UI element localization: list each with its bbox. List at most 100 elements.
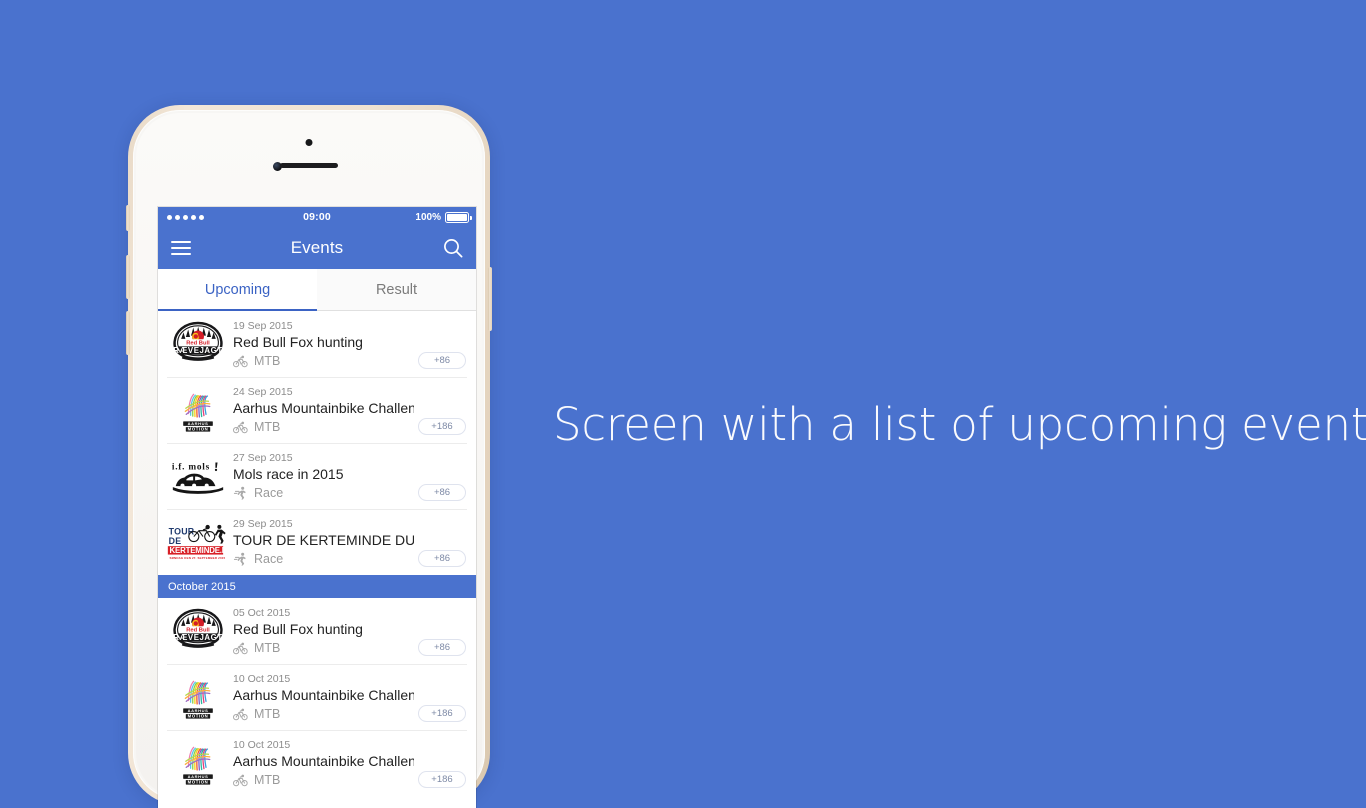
page-root: 09:00 100% Events Upcoming Result Red Bu… bbox=[0, 0, 1366, 808]
event-list-item[interactable]: Red Bull RÆVEJAGT 19 Sep 2015 Red Bull Fo… bbox=[158, 311, 476, 377]
participants-badge[interactable]: +86 bbox=[418, 550, 466, 567]
participants-badge[interactable]: +186 bbox=[418, 418, 466, 435]
tab-result-label: Result bbox=[375, 281, 418, 298]
event-sport-label: MTB bbox=[254, 706, 281, 721]
event-sport-meta: MTB bbox=[233, 772, 414, 789]
svg-text:RÆVEJAGT: RÆVEJAGT bbox=[173, 345, 222, 354]
event-details: 19 Sep 2015 Red Bull Fox hunting MTB bbox=[229, 319, 414, 370]
svg-text:AARHUS: AARHUS bbox=[188, 774, 209, 779]
tab-result[interactable]: Result bbox=[317, 269, 476, 310]
event-list-item[interactable]: TOUR DE KERTEMINDE.DK SØNDAG DEN 27. SEP… bbox=[158, 509, 476, 575]
tab-upcoming[interactable]: Upcoming bbox=[158, 269, 317, 311]
aarhus-motion-logo: AARHUS MOTION bbox=[167, 737, 229, 789]
event-participants-area: +186 bbox=[414, 737, 466, 789]
event-sport-label: MTB bbox=[254, 419, 281, 434]
event-details: 05 Oct 2015 Red Bull Fox hunting MTB bbox=[229, 606, 414, 657]
volume-down-button[interactable] bbox=[126, 311, 130, 355]
page-title: Events bbox=[290, 238, 344, 257]
event-participants-area: +86 bbox=[414, 450, 466, 502]
participants-badge[interactable]: +86 bbox=[418, 639, 466, 656]
bicycle-icon bbox=[233, 773, 248, 787]
search-icon[interactable] bbox=[442, 237, 464, 259]
event-details: 27 Sep 2015 Mols race in 2015 Race bbox=[229, 451, 414, 502]
proximity-sensor-icon bbox=[305, 139, 313, 146]
event-date: 05 Oct 2015 bbox=[233, 606, 291, 619]
red-bull-raevejagt-logo: Red Bull RÆVEJAGT bbox=[173, 608, 223, 648]
status-bar: 09:00 100% bbox=[158, 207, 476, 227]
event-list-item[interactable]: AARHUS MOTION 24 Sep 2015 Aarhus Mountain… bbox=[158, 377, 476, 443]
event-sport-label: Race bbox=[254, 551, 284, 566]
aarhus-motion-logo: AARHUS MOTION bbox=[183, 390, 213, 432]
event-participants-area: +86 bbox=[414, 516, 466, 568]
svg-text:AARHUS: AARHUS bbox=[188, 421, 209, 426]
bicycle-icon bbox=[233, 420, 248, 434]
silent-switch-button[interactable] bbox=[126, 205, 130, 231]
event-sport-label: MTB bbox=[254, 640, 281, 655]
svg-text:TOUR: TOUR bbox=[169, 526, 195, 536]
event-date: 27 Sep 2015 bbox=[233, 451, 293, 464]
if-mols-logo: i.f. mols bbox=[167, 450, 229, 502]
event-date: 29 Sep 2015 bbox=[233, 517, 293, 530]
status-battery-area: 100% bbox=[415, 211, 472, 223]
event-list-item[interactable]: i.f. mols 27 Sep 2015 Mols race in 2015 Ra… bbox=[158, 443, 476, 509]
event-participants-area: +86 bbox=[414, 318, 466, 370]
event-list-item[interactable]: AARHUS MOTION 10 Oct 2015 Aarhus Mountain… bbox=[158, 730, 476, 796]
bicycle-icon bbox=[233, 354, 248, 368]
aarhus-motion-logo: AARHUS MOTION bbox=[183, 743, 213, 785]
caption-text: Screen with a list of upcoming events bbox=[553, 398, 1366, 451]
event-participants-area: +186 bbox=[414, 384, 466, 436]
tour-de-kerteminde-logo: TOUR DE KERTEMINDE.DK SØNDAG DEN 27. SEP… bbox=[167, 524, 229, 560]
event-date: 10 Oct 2015 bbox=[233, 672, 291, 685]
event-participants-area: +86 bbox=[414, 605, 466, 657]
event-sport-meta: Race bbox=[233, 551, 414, 568]
app-nav-bar: Events bbox=[158, 227, 476, 269]
event-title: Mols race in 2015 bbox=[233, 465, 344, 482]
event-list[interactable]: Red Bull RÆVEJAGT 19 Sep 2015 Red Bull Fo… bbox=[158, 311, 476, 808]
participants-badge[interactable]: +186 bbox=[418, 705, 466, 722]
red-bull-raevejagt-logo: Red Bull RÆVEJAGT bbox=[167, 605, 229, 657]
event-details: 24 Sep 2015 Aarhus Mountainbike Challenge… bbox=[229, 385, 414, 436]
svg-text:MOTION: MOTION bbox=[188, 714, 209, 719]
participants-badge[interactable]: +86 bbox=[418, 352, 466, 369]
aarhus-motion-logo: AARHUS MOTION bbox=[167, 384, 229, 436]
red-bull-raevejagt-logo: Red Bull RÆVEJAGT bbox=[173, 321, 223, 361]
tab-upcoming-label: Upcoming bbox=[204, 281, 271, 298]
power-button[interactable] bbox=[488, 267, 492, 331]
battery-percent-label: 100% bbox=[415, 211, 441, 223]
event-details: 10 Oct 2015 Aarhus Mountainbike Challenge… bbox=[229, 672, 414, 723]
event-date: 10 Oct 2015 bbox=[233, 738, 291, 751]
runner-icon bbox=[233, 486, 248, 500]
svg-text:RÆVEJAGT: RÆVEJAGT bbox=[173, 632, 222, 641]
event-sport-meta: MTB bbox=[233, 640, 414, 657]
event-title: TOUR DE KERTEMINDE DURING... bbox=[233, 531, 414, 548]
event-details: 10 Oct 2015 Aarhus Mountainbike Challenge… bbox=[229, 738, 414, 789]
phone-screen: 09:00 100% Events Upcoming Result Red Bu… bbox=[158, 207, 476, 808]
event-date: 19 Sep 2015 bbox=[233, 319, 293, 332]
participants-badge[interactable]: +86 bbox=[418, 484, 466, 501]
runner-icon bbox=[233, 552, 248, 566]
earpiece-speaker-icon bbox=[280, 163, 338, 168]
event-sport-label: Race bbox=[254, 485, 284, 500]
bicycle-icon bbox=[233, 707, 248, 721]
event-title: Aarhus Mountainbike Challenge bbox=[233, 686, 414, 703]
svg-text:SØNDAG DEN 27. SEPTEMBER 2015: SØNDAG DEN 27. SEPTEMBER 2015 bbox=[170, 556, 226, 560]
event-list-item[interactable]: AARHUS MOTION 10 Oct 2015 Aarhus Mountain… bbox=[158, 664, 476, 730]
svg-text:DE: DE bbox=[169, 536, 182, 546]
participants-badge[interactable]: +186 bbox=[418, 771, 466, 788]
phone-face: 09:00 100% Events Upcoming Result Red Bu… bbox=[136, 113, 482, 808]
svg-text:i.f. mols: i.f. mols bbox=[172, 462, 210, 472]
event-sport-meta: MTB bbox=[233, 706, 414, 723]
tab-bar: Upcoming Result bbox=[158, 269, 476, 311]
phone-mockup: 09:00 100% Events Upcoming Result Red Bu… bbox=[126, 105, 492, 808]
red-bull-raevejagt-logo: Red Bull RÆVEJAGT bbox=[167, 318, 229, 370]
event-list-item[interactable]: Red Bull RÆVEJAGT 05 Oct 2015 Red Bull Fo… bbox=[158, 598, 476, 664]
event-title: Aarhus Mountainbike Challenge bbox=[233, 399, 414, 416]
svg-text:MOTION: MOTION bbox=[188, 780, 209, 785]
event-title: Red Bull Fox hunting bbox=[233, 620, 363, 637]
event-details: 29 Sep 2015TOUR DE KERTEMINDE DURING... R… bbox=[229, 517, 414, 568]
volume-up-button[interactable] bbox=[126, 255, 130, 299]
month-section-header: October 2015 bbox=[158, 575, 476, 598]
event-title: Red Bull Fox hunting bbox=[233, 333, 363, 350]
battery-full-icon bbox=[445, 211, 472, 223]
svg-text:AARHUS: AARHUS bbox=[188, 708, 209, 713]
